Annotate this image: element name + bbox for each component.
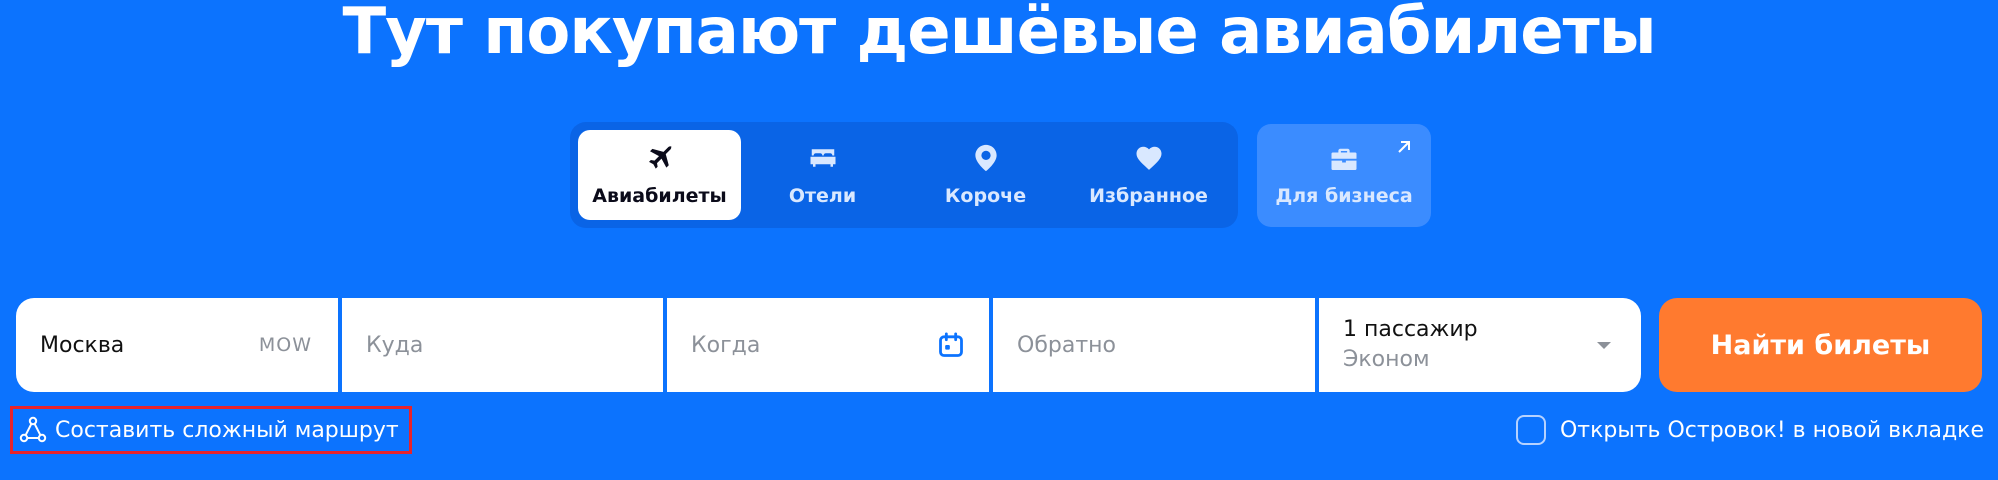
- map-pin-icon: [974, 144, 997, 172]
- depart-placeholder: Когда: [691, 332, 761, 358]
- destination-field[interactable]: Куда: [342, 298, 663, 392]
- complex-route-label: Составить сложный маршрут: [55, 417, 399, 443]
- arrow-up-right-icon: [1398, 141, 1410, 153]
- destination-placeholder: Куда: [366, 332, 424, 358]
- tab-flights-label: Авиабилеты: [592, 185, 727, 207]
- complex-route-link[interactable]: Составить сложный маршрут: [10, 406, 412, 454]
- tab-flights[interactable]: Авиабилеты: [578, 130, 741, 220]
- business-label: Для бизнеса: [1275, 184, 1413, 207]
- origin-field[interactable]: Москва MOW: [16, 298, 338, 392]
- depart-date-field[interactable]: Когда: [667, 298, 989, 392]
- origin-code: MOW: [258, 334, 312, 356]
- heart-icon: [1136, 146, 1161, 170]
- page-headline: Тут покупают дешёвые авиабилеты: [342, 0, 1656, 69]
- return-date-field[interactable]: Обратно: [993, 298, 1315, 392]
- search-button[interactable]: Найти билеты: [1659, 298, 1982, 392]
- calendar-icon[interactable]: [937, 331, 965, 359]
- passengers-count: 1 пассажир: [1343, 317, 1478, 342]
- chevron-down-icon: [1597, 342, 1611, 349]
- cabin-class: Эконом: [1343, 347, 1430, 372]
- open-new-tab-checkbox[interactable]: [1515, 415, 1546, 445]
- route-icon: [19, 416, 47, 443]
- tab-favorites[interactable]: Избранное: [1067, 130, 1230, 220]
- tab-hotels[interactable]: Отели: [741, 130, 904, 220]
- tab-koroche-label: Короче: [944, 185, 1027, 207]
- passengers-field[interactable]: 1 пассажир Эконом: [1319, 298, 1641, 392]
- tab-koroche[interactable]: Короче: [904, 130, 1067, 220]
- briefcase-icon: [1331, 148, 1357, 170]
- bed-icon: [810, 149, 835, 167]
- search-form: Москва MOW Куда Когда Обратно 1 пассажир…: [16, 298, 1643, 392]
- airplane-icon: [648, 145, 672, 169]
- service-tabs: Авиабилеты Отели Короче Избранное: [570, 122, 1238, 228]
- tab-favorites-label: Избранное: [1089, 185, 1208, 207]
- tab-hotels-label: Отели: [788, 185, 857, 207]
- origin-value: Москва: [40, 332, 125, 358]
- open-new-tab-option[interactable]: Открыть Островок! в новой вкладке: [1515, 410, 1984, 450]
- open-new-tab-label: Открыть Островок! в новой вкладке: [1559, 417, 1984, 443]
- return-placeholder: Обратно: [1017, 332, 1116, 358]
- business-link[interactable]: Для бизнеса: [1257, 124, 1431, 227]
